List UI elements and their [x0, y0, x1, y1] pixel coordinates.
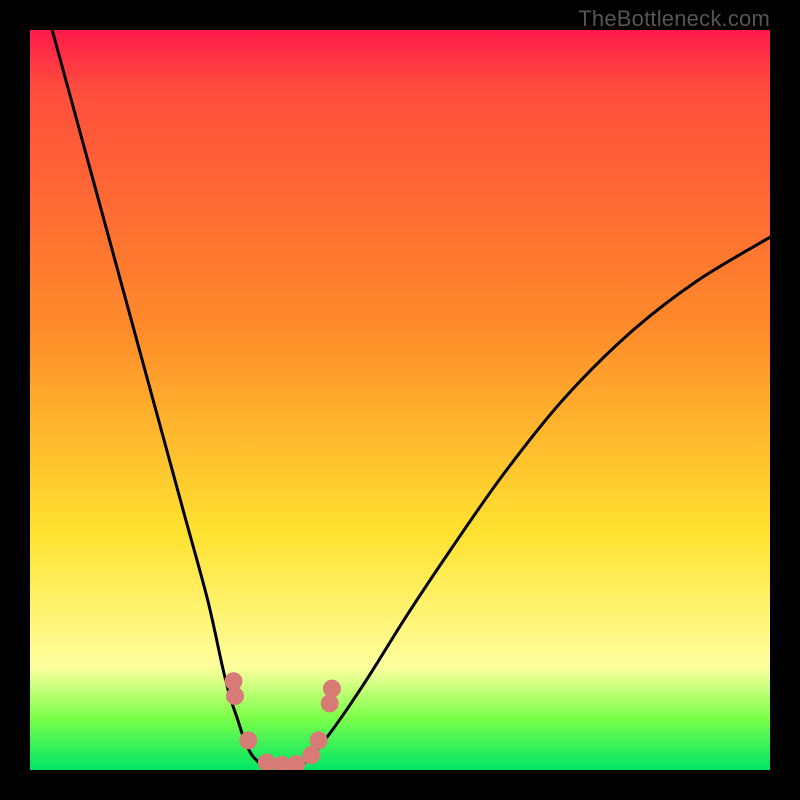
- valley-markers: [225, 672, 341, 770]
- bottleneck-curve: [52, 30, 770, 767]
- chart-svg: [30, 30, 770, 770]
- watermark-text: TheBottleneck.com: [578, 6, 770, 32]
- marker-dot: [226, 687, 244, 705]
- marker-dot: [310, 731, 328, 749]
- marker-dot: [239, 731, 257, 749]
- marker-dot: [323, 680, 341, 698]
- chart-frame: [30, 30, 770, 770]
